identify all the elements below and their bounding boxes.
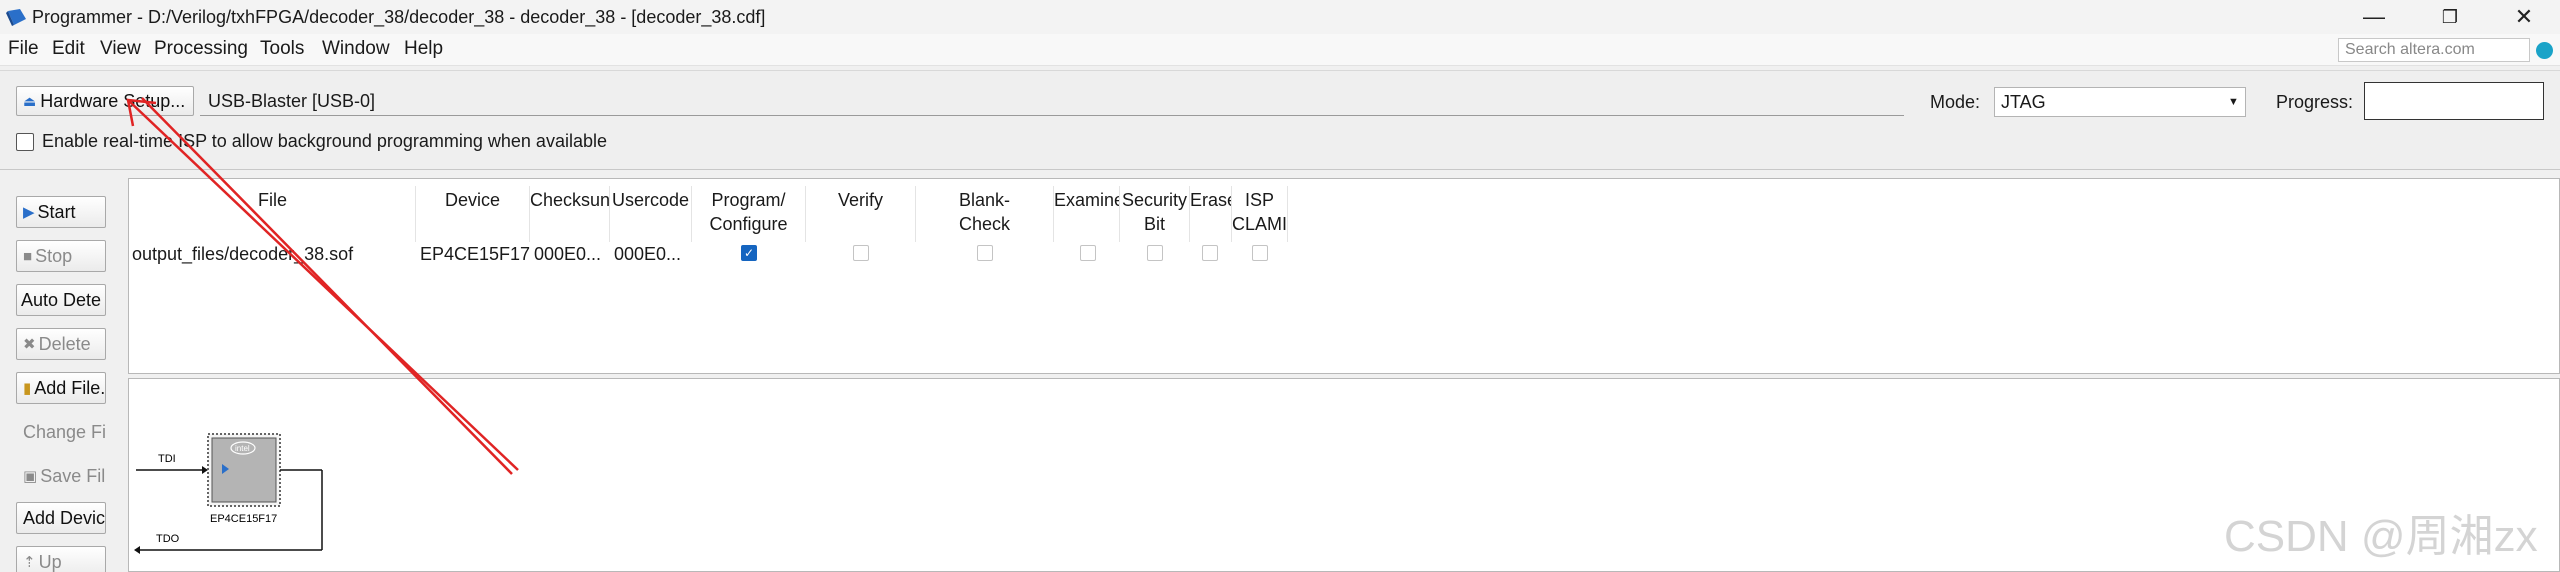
restore-button[interactable]: ❐ xyxy=(2414,0,2486,34)
save-icon: ▣ xyxy=(23,468,38,485)
jtag-chain-diagram: TDI intel EP4CE15F17 TDO xyxy=(134,433,323,554)
tdo-label: TDO xyxy=(156,533,180,545)
add-file-icon: ▮ xyxy=(23,380,32,397)
add-device-button[interactable]: Add Devic xyxy=(16,502,106,534)
close-button[interactable]: ✕ xyxy=(2488,0,2560,34)
progress-label: Progress: xyxy=(2276,92,2354,112)
verify-checkbox[interactable] xyxy=(853,245,869,261)
minimize-button[interactable]: — xyxy=(2338,0,2410,34)
jtag-chain-panel xyxy=(128,378,2560,572)
header-usercode-label: Usercode xyxy=(611,190,690,210)
header-verify-label: Verify xyxy=(837,190,884,210)
stop-label: Stop xyxy=(35,245,73,266)
chip-label: EP4CE15F17 xyxy=(210,513,277,525)
realtime-isp-label: Enable real-time ISP to allow background… xyxy=(42,131,607,151)
stop-button[interactable]: ■ Stop xyxy=(16,240,106,272)
programmer-app-icon xyxy=(6,9,26,26)
header-erase[interactable]: Erase xyxy=(1190,186,1232,242)
delete-icon: ✖ xyxy=(23,336,36,353)
mode-select[interactable]: JTAG xyxy=(1994,87,2246,117)
add-file-label: Add File. xyxy=(34,377,106,398)
header-checksum[interactable]: Checksun xyxy=(530,186,610,242)
header-blank-check[interactable]: Blank- Check xyxy=(916,186,1054,242)
stop-icon: ■ xyxy=(23,247,33,265)
watermark: CSDN @周湘zx xyxy=(2224,512,2538,561)
realtime-isp-checkbox[interactable] xyxy=(16,133,34,151)
header-blank-line1: Blank- xyxy=(958,190,1011,210)
header-isp-line1: ISP xyxy=(1244,190,1274,210)
menu-window[interactable]: Window xyxy=(322,38,390,60)
program-configure-checkbox[interactable]: ✓ xyxy=(741,245,757,261)
row-checksum[interactable]: 000E0... xyxy=(534,244,610,265)
header-examine[interactable]: Examine xyxy=(1054,186,1120,242)
up-icon: ⇡ xyxy=(23,554,36,571)
isp-clamp-checkbox[interactable] xyxy=(1252,245,1268,261)
menu-view[interactable]: View xyxy=(100,38,141,60)
hardware-setup-label: Hardware Setup... xyxy=(40,90,186,111)
header-erase-label: Erase xyxy=(1190,190,1231,210)
start-icon: ▶ xyxy=(23,204,35,221)
row-usercode[interactable]: 000E0... xyxy=(614,244,692,265)
header-device-label: Device xyxy=(444,190,501,210)
add-file-button[interactable]: ▮ Add File. xyxy=(16,372,106,404)
header-security-bit[interactable]: Security Bit xyxy=(1120,186,1190,242)
save-file-button[interactable]: ▣Save File xyxy=(16,460,106,492)
header-file[interactable]: File xyxy=(130,186,416,242)
up-button[interactable]: ⇡ Up xyxy=(16,546,106,572)
header-security-line2: Bit xyxy=(1143,214,1165,234)
mode-label: Mode: xyxy=(1930,92,1981,112)
menu-processing[interactable]: Processing xyxy=(154,38,248,60)
auto-detect-button[interactable]: Auto Dete xyxy=(16,284,106,316)
search-icon[interactable] xyxy=(2536,42,2553,59)
examine-checkbox[interactable] xyxy=(1080,245,1096,261)
delete-label: Delete xyxy=(38,333,91,354)
menu-edit[interactable]: Edit xyxy=(52,38,85,60)
search-input[interactable]: Search altera.com xyxy=(2338,38,2530,62)
menu-bar: File Edit View Processing Tools Window H… xyxy=(0,34,2560,66)
change-file-button[interactable]: Change Fil xyxy=(16,416,106,448)
progress-bar xyxy=(2364,82,2544,120)
hardware-name-field: USB-Blaster [USB-0] xyxy=(200,88,1904,116)
menu-tools[interactable]: Tools xyxy=(260,38,304,60)
hardware-panel xyxy=(0,70,2560,170)
header-file-label: File xyxy=(257,190,287,210)
chip-logo: intel xyxy=(235,444,250,453)
security-bit-checkbox[interactable] xyxy=(1147,245,1163,261)
hardware-setup-button[interactable]: ⏏ Hardware Setup... xyxy=(16,86,194,116)
header-program-configure[interactable]: Program/ Configure xyxy=(692,186,806,242)
header-usercode[interactable]: Usercode xyxy=(610,186,692,242)
header-blank-line2: Check xyxy=(958,214,1011,234)
header-security-line1: Security xyxy=(1121,190,1188,210)
row-file[interactable]: output_files/decoder_38.sof xyxy=(132,244,416,265)
chevron-down-icon: ▼ xyxy=(2228,96,2239,108)
row-device[interactable]: EP4CE15F17 xyxy=(420,244,530,265)
header-device[interactable]: Device xyxy=(416,186,530,242)
hardware-setup-icon: ⏏ xyxy=(23,92,37,109)
delete-button[interactable]: ✖ Delete xyxy=(16,328,106,360)
header-checksum-label: Checksun xyxy=(530,190,610,210)
auto-detect-label: Auto Dete xyxy=(21,289,102,310)
add-device-label: Add Devic xyxy=(23,507,106,528)
header-verify[interactable]: Verify xyxy=(806,186,916,242)
header-program-line1: Program/ xyxy=(711,190,786,210)
header-isp-clamp[interactable]: ISP CLAMI xyxy=(1232,186,1288,242)
tdi-label: TDI xyxy=(158,453,176,465)
up-label: Up xyxy=(38,551,62,572)
start-label: Start xyxy=(37,201,76,222)
window-title: Programmer - D:/Verilog/txhFPGA/decoder_… xyxy=(32,7,766,27)
header-isp-line2: CLAMI xyxy=(1232,214,1288,234)
start-button[interactable]: ▶ Start xyxy=(16,196,106,228)
save-file-label: Save File xyxy=(40,465,106,486)
tdo-arrow-icon xyxy=(134,546,140,554)
menu-file[interactable]: File xyxy=(8,38,39,60)
header-program-line2: Configure xyxy=(709,214,788,234)
header-examine-label: Examine xyxy=(1054,190,1120,210)
erase-checkbox[interactable] xyxy=(1202,245,1218,261)
change-file-label: Change Fil xyxy=(23,421,106,442)
menu-help[interactable]: Help xyxy=(404,38,443,60)
blank-check-checkbox[interactable] xyxy=(977,245,993,261)
